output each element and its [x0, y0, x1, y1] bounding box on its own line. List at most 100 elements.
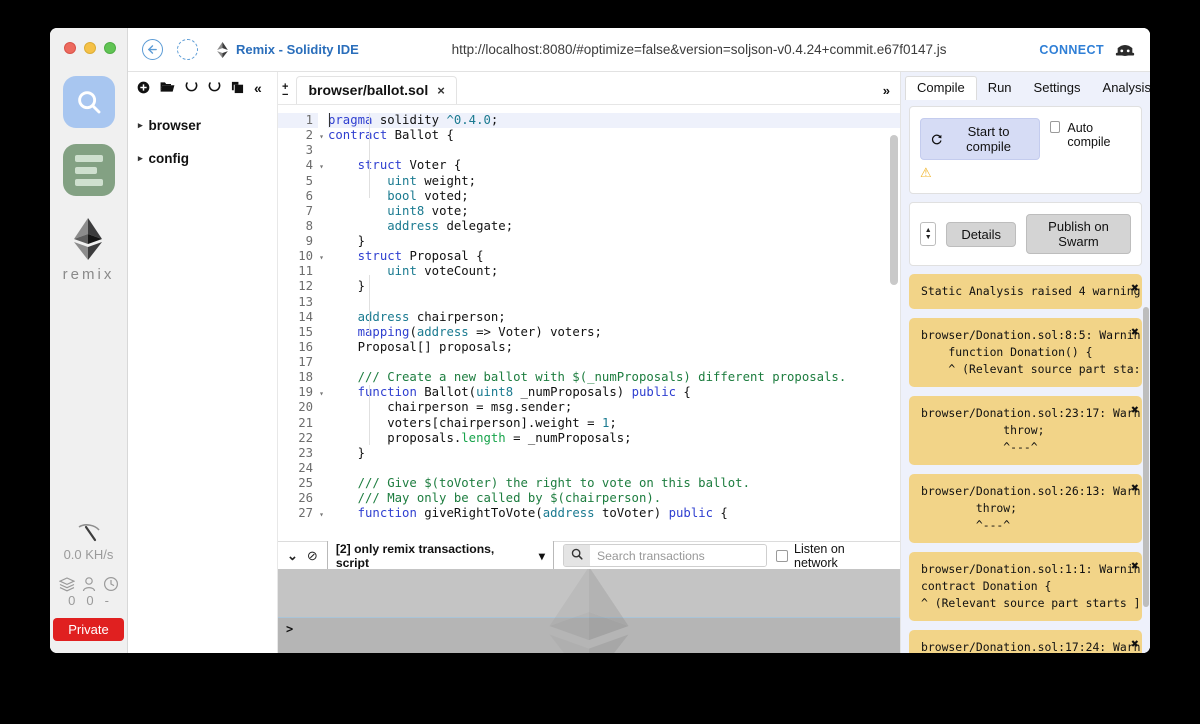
editor-column: + − browser/ballot.sol × »	[278, 72, 900, 653]
page-brand: Remix - Solidity IDE	[216, 40, 359, 60]
compile-tab-content: Start to compile Auto compile ⚠	[901, 100, 1150, 653]
line-number: 3	[278, 143, 318, 158]
code-token: address	[543, 506, 595, 520]
code-token: /// Create a new ballot with $(_numPropo…	[328, 370, 846, 384]
alert-text: browser/Donation.sol:26:13: Warn throw; …	[921, 484, 1140, 532]
code-token: ^0.4.0	[446, 113, 490, 127]
line-number: 16	[278, 340, 318, 355]
address-bar[interactable]: http://localhost:8080/#optimize=false&ve…	[359, 42, 1040, 57]
right-panel-tab-run[interactable]: Run	[977, 77, 1023, 100]
chevron-double-down-icon[interactable]: ⌄	[287, 548, 298, 564]
collapse-panel-icon[interactable]: «	[254, 81, 262, 95]
browser-toolbar: Remix - Solidity IDE http://localhost:80…	[128, 28, 1150, 72]
line-number: 23	[278, 446, 318, 461]
copy-files-icon[interactable]	[231, 81, 244, 96]
minimize-window-button[interactable]	[84, 42, 96, 54]
code-line: /// Give $(toVoter) the right to vote on…	[328, 476, 900, 491]
connect-github-icon[interactable]	[185, 81, 198, 96]
start-to-compile-button[interactable]: Start to compile	[920, 118, 1040, 160]
close-alert-icon[interactable]: ✖	[1131, 558, 1139, 575]
code-token: (	[409, 325, 416, 339]
right-panel-tab-compile[interactable]: Compile	[905, 76, 977, 100]
clear-console-icon[interactable]: ⊘	[307, 548, 318, 564]
code-token	[328, 158, 358, 172]
static-analysis-alert[interactable]: Static Analysis raised 4 warning✖	[909, 274, 1142, 309]
editor-tab-ballot-sol[interactable]: browser/ballot.sol ×	[296, 76, 456, 104]
details-button[interactable]: Details	[946, 222, 1016, 247]
font-size-controls[interactable]: + −	[280, 83, 296, 104]
notes-app-icon[interactable]	[63, 144, 115, 196]
fold-toggle-icon[interactable]: ▾	[319, 129, 324, 144]
fold-toggle-icon[interactable]: ▾	[319, 507, 324, 522]
start-to-compile-label: Start to compile	[949, 124, 1029, 154]
contract-select-stepper[interactable]: ▲ ▼	[920, 222, 936, 246]
code-token	[328, 264, 387, 278]
editor-scrollbar[interactable]	[890, 135, 898, 285]
line-number: 10▾	[278, 249, 318, 264]
back-arrow-icon	[147, 44, 158, 55]
left-dock-rail: remix 0.0 KH/s	[50, 28, 128, 653]
alert-text: Static Analysis raised 4 warning	[921, 284, 1140, 298]
close-alert-icon[interactable]: ✖	[1131, 280, 1139, 297]
line-number: 20	[278, 400, 318, 415]
code-token	[328, 189, 387, 203]
close-alert-icon[interactable]: ✖	[1131, 324, 1139, 341]
compile-warning-alert[interactable]: browser/Donation.sol:8:5: Warnin functio…	[909, 318, 1142, 387]
code-token: ;	[491, 113, 498, 127]
browser-content: Remix - Solidity IDE http://localhost:80…	[128, 28, 1150, 653]
file-explorer-toolbar: «	[128, 72, 277, 104]
auto-compile-checkbox[interactable]	[1050, 121, 1061, 133]
code-token: address	[358, 310, 410, 324]
file-tree: ▸ browser ▸ config	[128, 104, 277, 184]
code-editor[interactable]: 12▾34▾5678910▾111213141516171819▾2021222…	[278, 104, 900, 541]
decrease-font-size-button[interactable]: −	[282, 91, 288, 99]
right-panel-tab-analysis[interactable]: Analysis	[1092, 77, 1150, 100]
fold-toggle-icon[interactable]: ▾	[319, 159, 324, 174]
line-number: 21	[278, 416, 318, 431]
tree-item-browser[interactable]: ▸ browser	[138, 118, 277, 133]
compile-warning-alert[interactable]: browser/Donation.sol:1:1: Warnin contrac…	[909, 552, 1142, 621]
more-tabs-icon[interactable]: »	[883, 83, 900, 104]
close-alert-icon[interactable]: ✖	[1131, 480, 1139, 497]
code-line	[328, 143, 900, 158]
code-token: Proposal {	[409, 249, 483, 263]
compile-warning-alert[interactable]: browser/Donation.sol:23:17: Warn throw; …	[909, 396, 1142, 465]
close-alert-icon[interactable]: ✖	[1131, 402, 1139, 419]
close-tab-icon[interactable]: ×	[437, 83, 445, 98]
fold-toggle-icon[interactable]: ▾	[319, 250, 324, 265]
publish-on-swarm-button[interactable]: Publish on Swarm	[1026, 214, 1131, 254]
back-button[interactable]	[142, 39, 163, 60]
close-window-button[interactable]	[64, 42, 76, 54]
reload-button[interactable]	[177, 39, 198, 60]
line-number: 8	[278, 219, 318, 234]
search-transactions-input[interactable]	[590, 546, 766, 566]
close-alert-icon[interactable]: ✖	[1131, 636, 1139, 653]
code-line: struct Voter {	[328, 158, 900, 173]
list-icon	[75, 155, 103, 186]
remix-wordmark: remix	[63, 266, 115, 283]
line-number: 2▾	[278, 128, 318, 143]
code-token: toVoter)	[595, 506, 669, 520]
fold-toggle-icon[interactable]: ▾	[319, 386, 324, 401]
right-panel-scrollbar[interactable]	[1143, 307, 1149, 607]
private-network-button[interactable]: Private	[53, 618, 123, 641]
metamask-icon[interactable]	[1114, 39, 1136, 61]
auto-compile-toggle[interactable]: Auto compile	[1050, 118, 1131, 149]
zoom-window-button[interactable]	[104, 42, 116, 54]
line-number: 13	[278, 295, 318, 310]
right-side-panel: CompileRunSettingsAnalysisDebu Start to …	[900, 72, 1150, 653]
search-icon	[74, 87, 104, 117]
transaction-search[interactable]	[563, 544, 767, 567]
compile-warning-alert[interactable]: browser/Donation.sol:17:24: Warn uint ba…	[909, 630, 1142, 653]
line-number: 11	[278, 264, 318, 279]
compile-warning-alert[interactable]: browser/Donation.sol:26:13: Warn throw; …	[909, 474, 1142, 543]
listen-checkbox[interactable]	[776, 550, 788, 562]
connect-button[interactable]: CONNECT	[1039, 43, 1104, 57]
publish-gist-icon[interactable]	[208, 81, 221, 96]
search-app-icon[interactable]	[63, 76, 115, 128]
open-folder-icon[interactable]	[160, 81, 175, 95]
right-panel-tab-settings[interactable]: Settings	[1023, 77, 1092, 100]
tree-item-config[interactable]: ▸ config	[138, 151, 277, 166]
listen-on-network-toggle[interactable]: Listen on network	[776, 542, 891, 570]
create-new-file-icon[interactable]	[137, 81, 150, 96]
